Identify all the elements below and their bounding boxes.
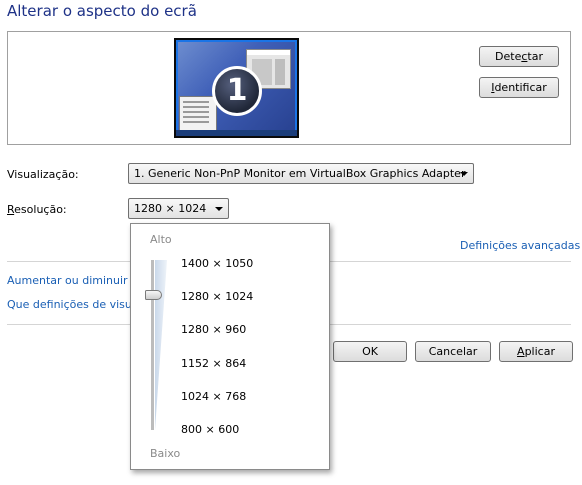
resolution-dropdown: Alto 1400 × 1050 1280 × 1024 1280 × 960 …: [130, 223, 330, 470]
display-label: Visualização:: [7, 168, 79, 181]
chevron-down-icon: [460, 172, 468, 176]
identify-button[interactable]: Identificar: [479, 77, 559, 98]
resolution-option[interactable]: 1400 × 1050: [181, 257, 253, 270]
display-select-value: 1. Generic Non-PnP Monitor em VirtualBox…: [134, 167, 466, 180]
resolution-select[interactable]: 1280 × 1024: [128, 198, 229, 219]
resolution-option[interactable]: 1152 × 864: [181, 357, 246, 370]
detect-button[interactable]: Detectar: [479, 46, 559, 67]
enlarge-text-link[interactable]: Aumentar ou diminuir: [7, 274, 128, 287]
preview-document-icon: [179, 96, 217, 132]
advanced-settings-link[interactable]: Definições avançadas: [460, 239, 580, 252]
monitor-1-preview[interactable]: 1: [174, 38, 299, 138]
which-settings-link[interactable]: Que definições de visua: [7, 298, 139, 311]
low-label: Baixo: [150, 447, 181, 460]
chevron-down-icon: [215, 207, 223, 211]
resolution-option[interactable]: 1280 × 960: [181, 323, 246, 336]
display-select[interactable]: 1. Generic Non-PnP Monitor em VirtualBox…: [128, 163, 474, 184]
resolution-slider-track[interactable]: [151, 260, 154, 430]
apply-button[interactable]: Aplicar: [499, 341, 573, 362]
resolution-slider-thumb[interactable]: [145, 290, 162, 300]
high-label: Alto: [150, 233, 172, 246]
resolution-select-value: 1280 × 1024: [134, 202, 207, 215]
ok-button[interactable]: OK: [333, 341, 407, 362]
resolution-option[interactable]: 1280 × 1024: [181, 290, 253, 303]
resolution-option[interactable]: 1024 × 768: [181, 390, 246, 403]
slider-wedge: [155, 260, 167, 430]
resolution-label: Resolução:: [7, 203, 67, 216]
resolution-option[interactable]: 800 × 600: [181, 423, 239, 436]
monitor-number-badge: 1: [212, 66, 262, 116]
preview-taskbar: [176, 130, 297, 136]
page-title: Alterar o aspecto do ecrã: [7, 2, 197, 20]
cancel-button[interactable]: Cancelar: [415, 341, 491, 362]
